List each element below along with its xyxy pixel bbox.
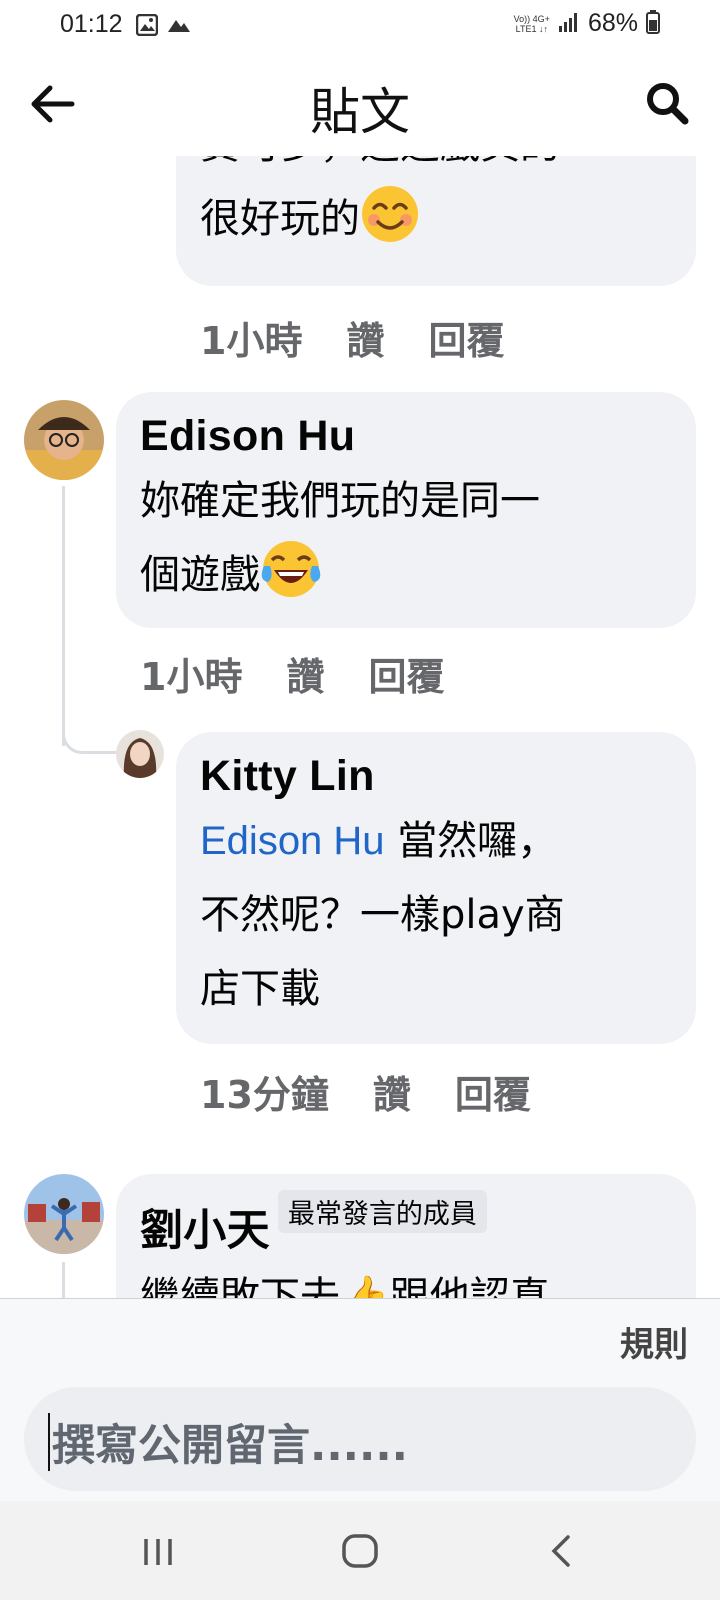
like-button[interactable]: 讚 (346, 310, 384, 365)
comment-actions: 1小時 讚 回覆 (140, 646, 444, 701)
comment-text-line: 寶可夢，這遊戲真的 (200, 156, 560, 182)
comment-composer: 規則 撰寫公開留言...... (0, 1298, 720, 1501)
comment-author[interactable]: Kitty Lin (200, 752, 375, 801)
avatar[interactable] (24, 400, 104, 480)
status-bar: 01:12 Vo)) 4G+ LTE1 ↓↑ 68% (0, 0, 720, 52)
comment-text-part: 個遊戲 (140, 552, 260, 598)
app-header: 貼文 (0, 52, 720, 156)
comment-input-placeholder: 撰寫公開留言...... (52, 1421, 409, 1471)
page-title: 貼文 (310, 83, 410, 141)
thread-line (62, 486, 65, 746)
thread-connector (62, 716, 116, 754)
comment-time: 1小時 (200, 319, 303, 363)
avatar[interactable] (116, 730, 164, 778)
comment-text-line: 個遊戲 (140, 538, 540, 624)
text-cursor (48, 1413, 50, 1471)
reply-button[interactable]: 回覆 (455, 1064, 531, 1119)
comment-bubble[interactable]: 寶可夢，這遊戲真的 很好玩的 (176, 156, 696, 286)
recent-apps-icon (144, 1539, 172, 1565)
back-icon (551, 1535, 570, 1567)
comment-time: 1小時 (140, 655, 243, 699)
thread-line (62, 1262, 65, 1298)
rules-link[interactable]: 規則 (620, 1317, 688, 1366)
comment-author[interactable]: 劉小天 (140, 1207, 270, 1255)
network-top-label: Vo)) 4G+ (513, 13, 550, 24)
home-icon (342, 1534, 378, 1568)
network-bottom-label: LTE1 ↓↑ (515, 23, 548, 34)
comments-feed[interactable]: 寶可夢，這遊戲真的 很好玩的 1小時 讚 回覆 Edison Hu 妳確定我們玩… (0, 156, 720, 1298)
image-icon (135, 13, 159, 40)
comment-input[interactable]: 撰寫公開留言...... (24, 1387, 696, 1491)
comment-text-line: 不然呢？一樣play商 (200, 892, 565, 938)
mention-link[interactable]: Edison Hu (200, 819, 385, 863)
status-time: 01:12 (60, 10, 123, 38)
search-icon (647, 83, 689, 125)
comment-text-line: 妳確定我們玩的是同一 (140, 478, 540, 524)
search-button[interactable] (644, 80, 692, 128)
comment-text-part: 很好玩的 (200, 196, 360, 242)
back-nav-button[interactable] (532, 1531, 592, 1571)
comment-text-line: Edison Hu 當然囉， (200, 804, 565, 878)
tears-of-joy-emoji (260, 538, 322, 624)
comment-text-line: 很好玩的 (200, 182, 560, 268)
comment-header: 劉小天 最常發言的成員 (140, 1190, 487, 1258)
battery-percent: 68% (587, 9, 638, 37)
comment-text: Edison Hu 當然囉， 不然呢？一樣play商 店下載 (200, 804, 565, 1026)
battery-icon (646, 9, 660, 38)
comment-actions: 1小時 讚 回覆 (200, 310, 504, 365)
home-button[interactable] (330, 1531, 390, 1571)
status-notification-icons (135, 13, 192, 40)
status-right: Vo)) 4G+ LTE1 ↓↑ 68% (514, 9, 660, 38)
comment-text: 妳確定我們玩的是同一 個遊戲 (140, 464, 540, 624)
comment-text: 繼續敗下去👍跟他認真 (140, 1274, 550, 1298)
comment-text: 寶可夢，這遊戲真的 很好玩的 (200, 156, 560, 268)
cloud-icon (166, 14, 192, 40)
signal-icon (558, 11, 580, 37)
comment-actions: 13分鐘 讚 回覆 (200, 1064, 531, 1119)
comment-author[interactable]: Edison Hu (140, 412, 355, 461)
system-nav-bar (0, 1501, 720, 1600)
smiling-face-emoji (360, 184, 420, 268)
comment-bubble[interactable]: Kitty Lin Edison Hu 當然囉， 不然呢？一樣play商 店下載 (176, 732, 696, 1044)
comment-bubble[interactable]: Edison Hu 妳確定我們玩的是同一 個遊戲 (116, 392, 696, 628)
comment-bubble[interactable]: 劉小天 最常發言的成員 繼續敗下去👍跟他認真 (116, 1174, 696, 1298)
like-button[interactable]: 讚 (373, 1064, 411, 1119)
network-indicator: Vo)) 4G+ LTE1 ↓↑ (514, 14, 550, 34)
avatar[interactable] (24, 1174, 104, 1254)
reply-button[interactable]: 回覆 (428, 310, 504, 365)
comment-text-line: 店下載 (200, 966, 320, 1012)
comment-time: 13分鐘 (200, 1073, 329, 1117)
comment-text-part: 當然囉， (384, 818, 558, 864)
reply-button[interactable]: 回覆 (368, 646, 444, 701)
recent-apps-button[interactable] (128, 1531, 188, 1571)
like-button[interactable]: 讚 (286, 646, 324, 701)
member-badge: 最常發言的成員 (277, 1190, 487, 1233)
